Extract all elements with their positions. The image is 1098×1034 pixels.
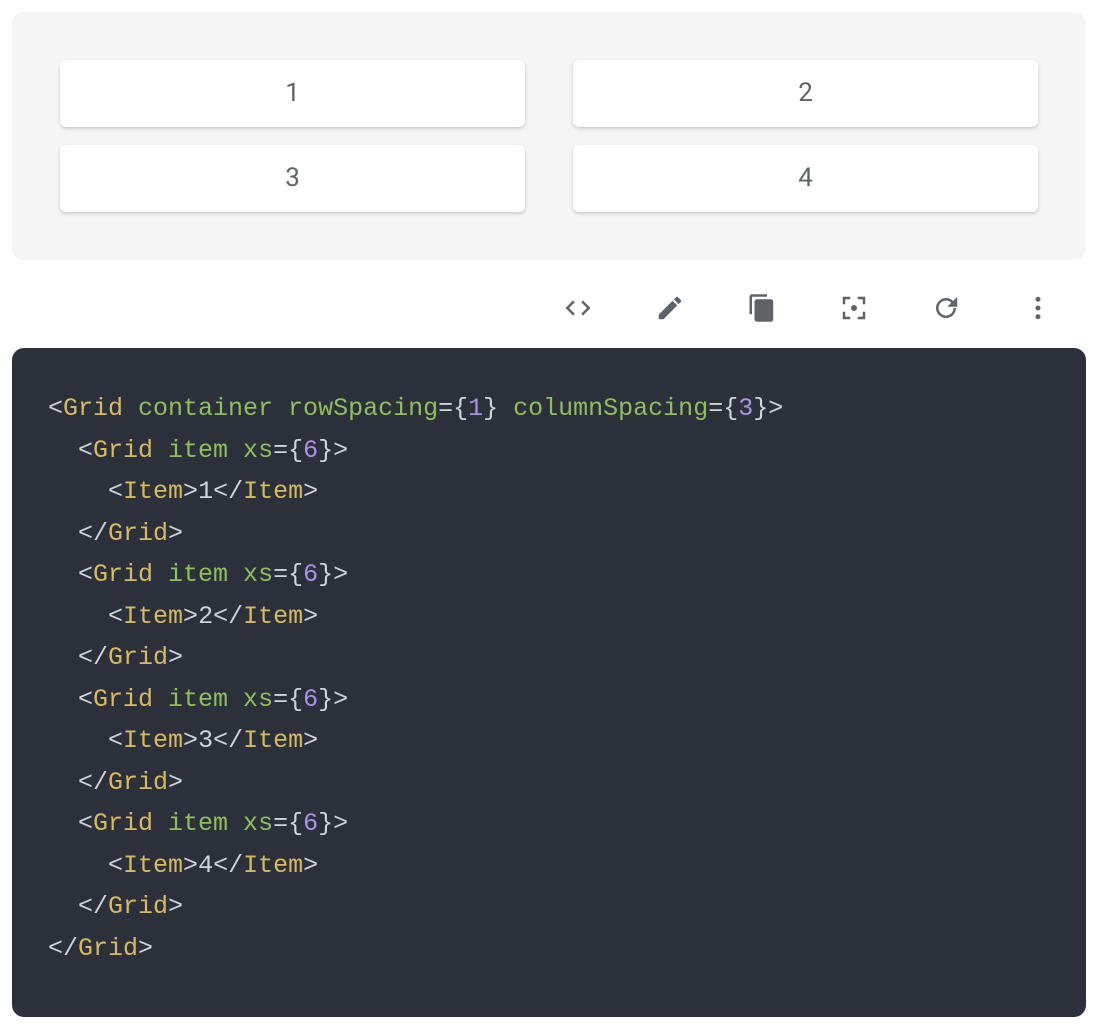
grid-container: 1 2 3 4: [60, 60, 1038, 212]
fullscreen-focus-button[interactable]: [834, 290, 874, 330]
more-options-button[interactable]: [1018, 290, 1058, 330]
copy-icon: [747, 293, 777, 327]
pencil-icon: [655, 293, 685, 327]
grid-item-4: 4: [573, 145, 1038, 212]
code-block[interactable]: <Grid container rowSpacing={1} columnSpa…: [48, 388, 1050, 969]
more-vert-icon: [1023, 293, 1053, 327]
show-source-button[interactable]: [558, 290, 598, 330]
reset-button[interactable]: [926, 290, 966, 330]
copy-button[interactable]: [742, 290, 782, 330]
grid-item-2: 2: [573, 60, 1038, 127]
grid-item-3: 3: [60, 145, 525, 212]
demo-panel: 1 2 3 4: [12, 12, 1086, 260]
code-panel: <Grid container rowSpacing={1} columnSpa…: [12, 348, 1086, 1017]
focus-icon: [839, 293, 869, 327]
edit-button[interactable]: [650, 290, 690, 330]
reload-icon: [931, 293, 961, 327]
grid-item-1: 1: [60, 60, 525, 127]
demo-toolbar: [0, 272, 1098, 348]
code-icon: [563, 293, 593, 327]
